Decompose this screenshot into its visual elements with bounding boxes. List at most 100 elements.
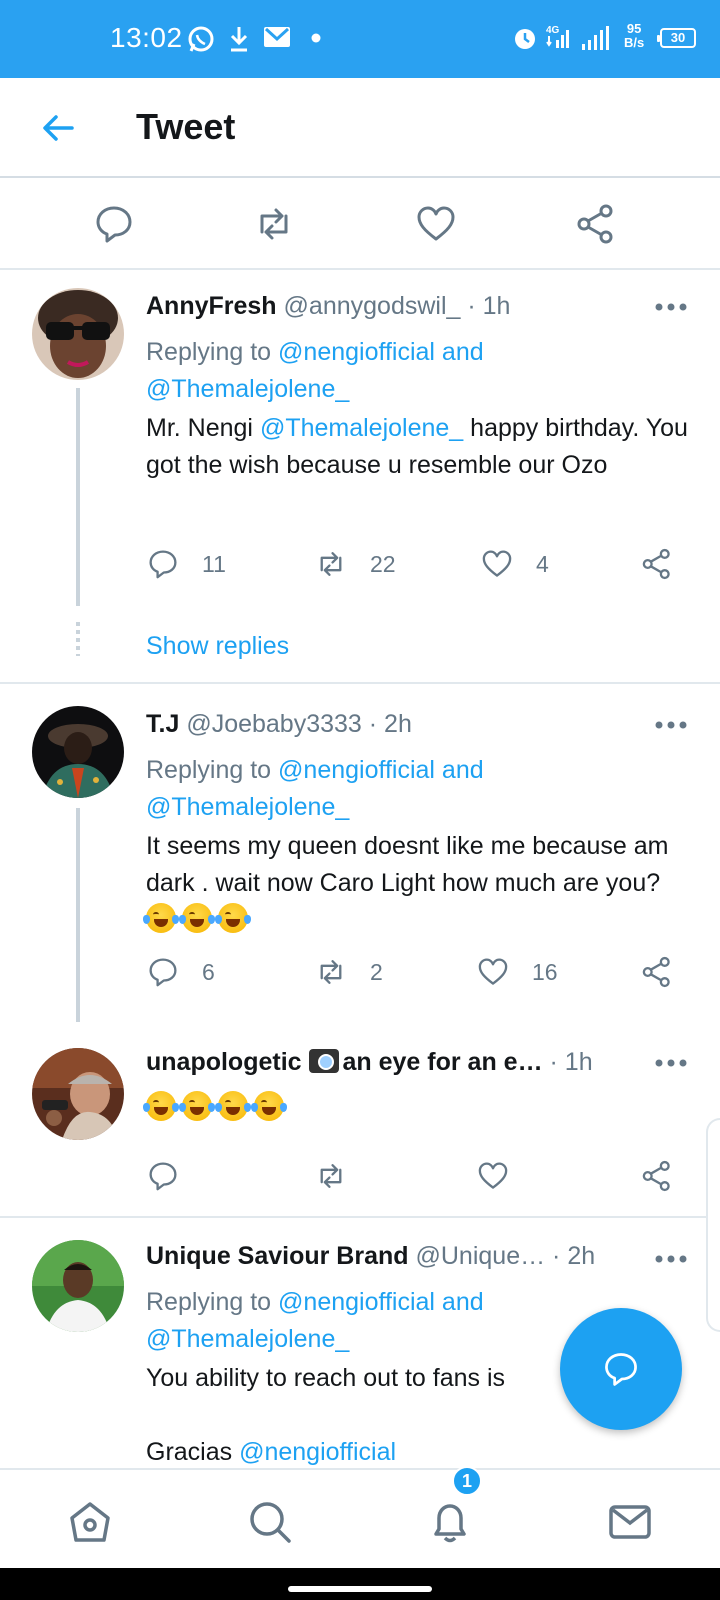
mention-link[interactable]: @nengiofficial [239,1438,396,1466]
time-separator: · [460,292,483,320]
share-icon[interactable] [574,202,618,246]
reply-tweet[interactable]: T.J @Joebaby3333 · 2h Replying to @nengi… [0,684,720,1022]
more-options-icon[interactable] [654,302,688,312]
laughing-emoji [215,1091,251,1121]
reply-action[interactable]: 6 [146,952,215,992]
share-icon [642,1160,670,1192]
retweet-count: 2 [370,958,383,985]
gmail-icon [264,27,290,47]
reply-count: 6 [202,958,215,985]
tweet-time: 1h [564,1048,593,1076]
retweet-action[interactable]: 2 [314,952,383,992]
like-icon[interactable] [414,202,458,246]
tweet-actions: 6 2 16 [146,952,696,992]
reply-tweet[interactable]: AnnyFresh @annygodswil_ · 1h Replying to… [0,270,720,682]
laughing-emoji [251,1091,287,1121]
author-handle[interactable]: @Unique… [416,1242,546,1270]
laughing-emoji [215,903,251,933]
tweet-text-gracias: Gracias [146,1438,240,1466]
avatar[interactable] [32,1048,124,1140]
home-gesture-bar[interactable] [288,1586,432,1592]
whatsapp-icon [188,26,214,52]
svg-text:4G: 4G [546,25,560,36]
messages-icon[interactable] [606,1498,654,1546]
tweet-text: Mr. Nengi @Themalejolene_ happy birthday… [146,410,702,484]
show-replies-link[interactable]: Show replies [146,632,289,661]
share-action[interactable] [640,544,674,584]
replying-to: Replying to @nengiofficial and @Themalej… [146,334,686,408]
author-name[interactable]: unapologetic an eye for an e… [146,1048,543,1076]
tweet-text [143,1090,702,1127]
laughing-emoji [143,903,179,933]
retweet-icon[interactable] [252,202,296,246]
replying-to: Replying to @nengiofficial and @Themalej… [146,752,686,826]
author-name-start: unapologetic [146,1048,309,1076]
mention-link[interactable]: @Themalejolene_ [260,414,463,442]
download-icon [230,27,248,52]
laughing-emoji [179,903,215,933]
alarm-icon [515,29,535,49]
like-action[interactable]: 16 [476,952,558,992]
retweet-count: 22 [370,550,396,577]
compose-reply-button[interactable] [560,1308,682,1430]
retweet-icon [320,552,342,576]
like-count: 16 [532,958,558,985]
tweet-text-body: It seems my queen doesnt like me because… [146,832,669,897]
avatar[interactable] [32,288,124,380]
share-icon [642,956,670,988]
like-action[interactable] [476,1156,510,1196]
tweet-time: 2h [567,1242,596,1270]
wifi-signal-icon [582,26,609,50]
reply-icon [605,1353,637,1386]
tweet-text-start: Mr. Nengi [146,414,260,442]
system-nav-bar [0,1568,720,1600]
share-action[interactable] [640,1156,674,1196]
reply-icon [149,550,177,579]
reply-icon [149,958,177,987]
replying-to-prefix: Replying to [146,338,279,366]
more-options-icon[interactable] [654,720,688,730]
tweet-text-second-line: Gracias @nengiofficial [146,1434,702,1468]
author-name[interactable]: Unique Saviour Brand [146,1242,409,1270]
avatar[interactable] [32,706,124,798]
retweet-action[interactable]: 22 [314,544,396,584]
back-arrow-icon[interactable] [38,108,78,148]
replying-to-prefix: Replying to [146,1288,279,1316]
network-speed-value: 95 [626,21,642,36]
time-separator: · [542,1048,565,1076]
tweet-text: It seems my queen doesnt like me because… [143,828,702,939]
reply-action[interactable]: 11 [146,544,226,584]
dot-icon [311,33,321,43]
tweet-time: 1h [482,292,511,320]
like-icon [482,550,512,577]
replying-to-prefix: Replying to [146,756,279,784]
more-options-icon[interactable] [654,1058,688,1068]
like-action[interactable]: 4 [480,544,549,584]
author-handle[interactable]: @annygodswil_ [284,292,461,320]
share-action[interactable] [640,952,674,992]
bottom-nav: 1 [0,1466,720,1568]
like-icon [478,1162,508,1189]
edge-panel-handle[interactable] [706,1118,720,1332]
like-count: 4 [536,550,549,577]
battery-icon: 30 [657,28,696,48]
reply-tweet[interactable]: unapologetic an eye for an e… · 1h [0,1024,720,1216]
status-bar: 13:02 4G 95 B/s 30 [0,0,720,78]
author-name[interactable]: T.J [146,710,179,738]
page-title: Tweet [136,106,236,147]
more-options-icon[interactable] [654,1254,688,1264]
reply-icon[interactable] [92,202,136,246]
avatar[interactable] [32,1240,124,1332]
notifications-icon[interactable] [426,1498,474,1546]
home-icon[interactable] [66,1498,114,1546]
main-tweet-actions [0,180,720,270]
network-speed-unit: B/s [624,35,645,50]
retweet-action[interactable] [314,1156,348,1196]
search-icon[interactable] [246,1498,294,1546]
author-handle[interactable]: @Joebaby3333 [186,710,362,738]
network-speed: 95 B/s [624,22,644,50]
author-name[interactable]: AnnyFresh [146,292,277,320]
reply-icon [149,1162,177,1191]
reply-action[interactable] [146,1156,180,1196]
reply-count: 11 [202,550,226,577]
